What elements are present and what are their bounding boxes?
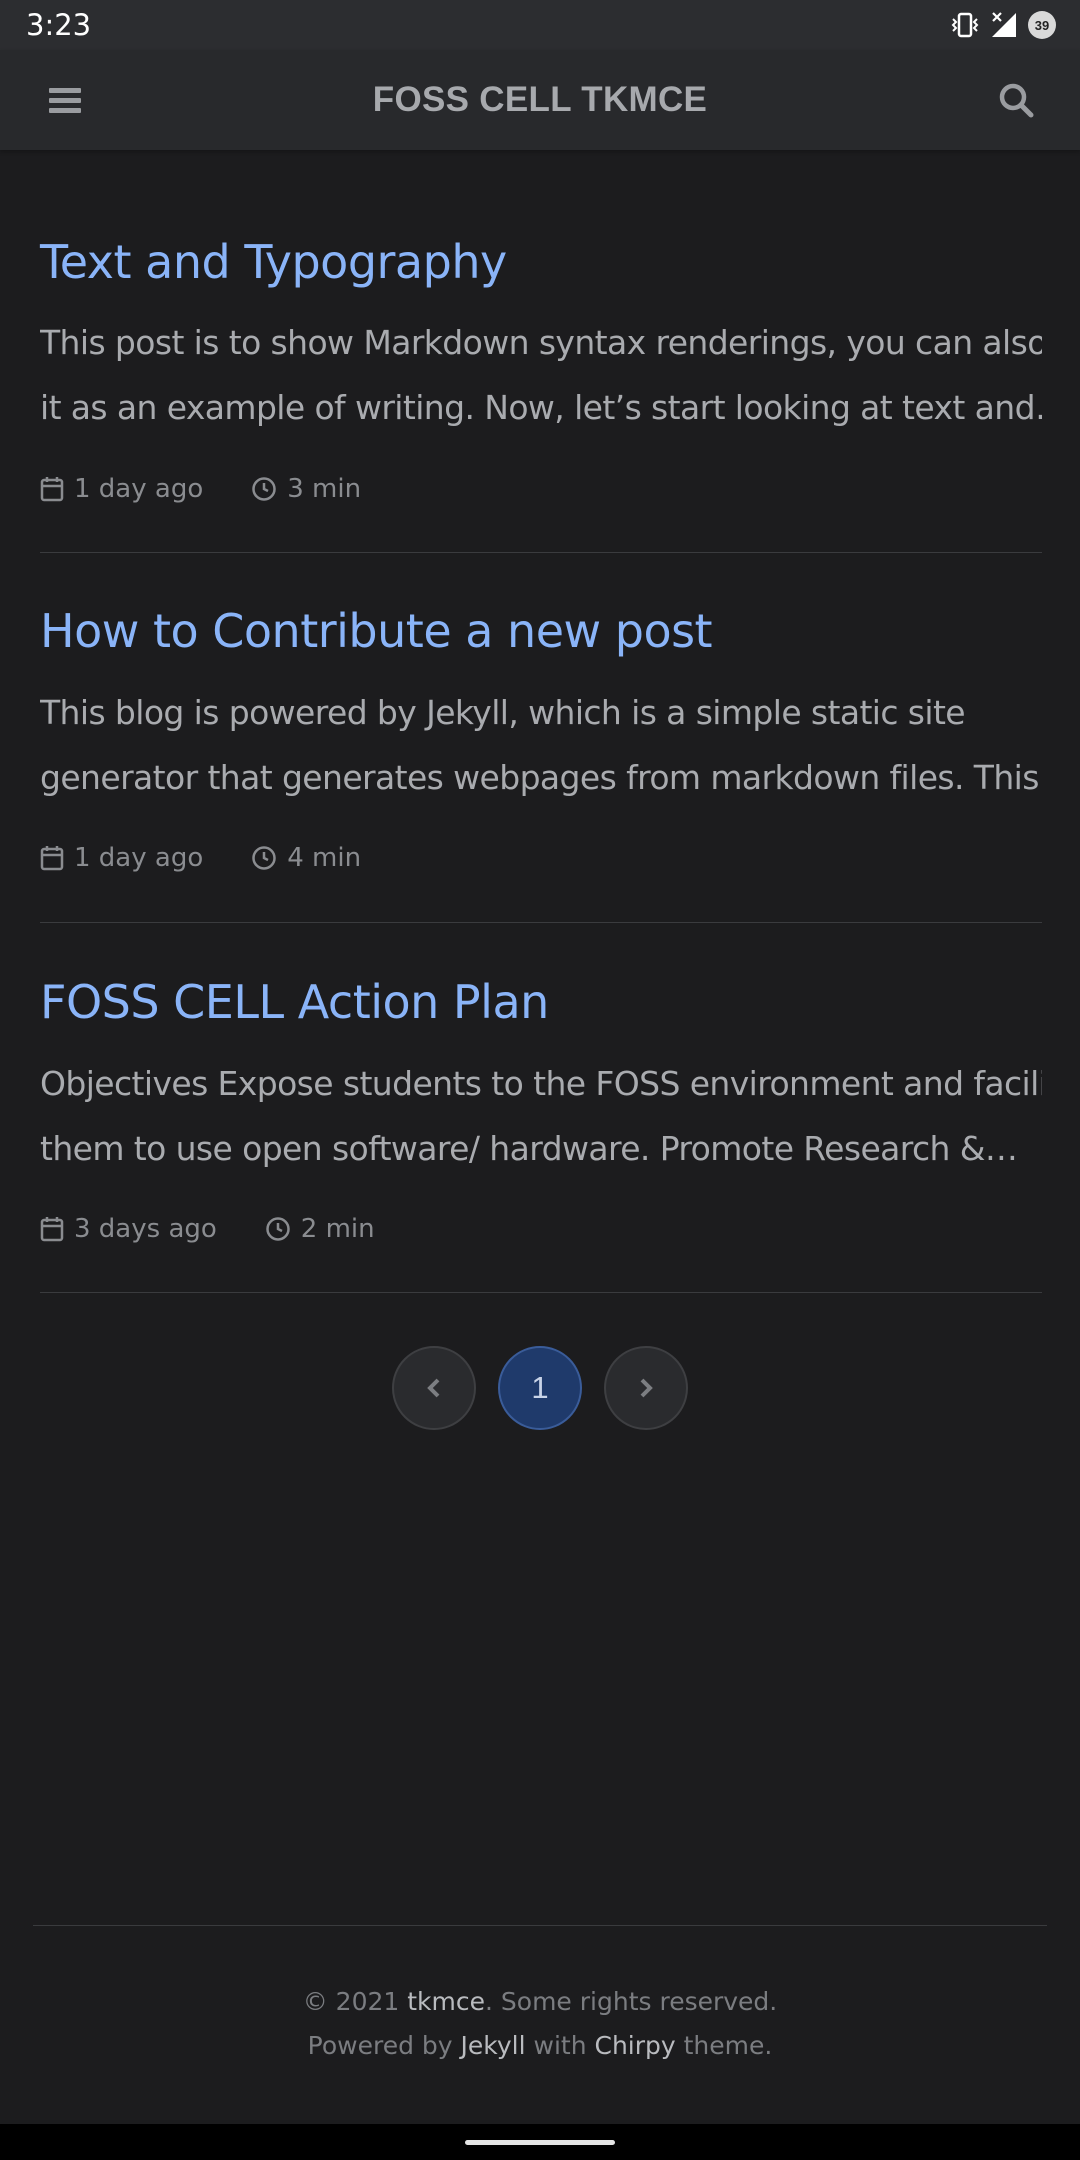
powered-prefix: Powered by (307, 2031, 461, 2060)
jekyll-link[interactable]: Jekyll (461, 2031, 526, 2060)
post-item[interactable]: FOSS CELL Action Plan Objectives Expose … (40, 923, 1042, 1293)
chevron-right-icon (640, 1378, 653, 1398)
hamburger-icon (49, 88, 81, 113)
post-date-label: 1 day ago (74, 474, 204, 504)
copyright-line: © 2021 tkmce. Some rights reserved. (33, 1980, 1047, 2024)
post-item[interactable]: How to Contribute a new post This blog i… (40, 553, 1042, 923)
powered-with: with (525, 2031, 595, 2060)
page-number-button[interactable]: 1 (498, 1346, 582, 1430)
chevron-left-icon (427, 1378, 440, 1398)
post-read-time-label: 2 min (300, 1214, 375, 1244)
post-title[interactable]: Text and Typography (40, 235, 507, 289)
search-button[interactable] (994, 78, 1038, 122)
battery-icon: 39 (1028, 11, 1056, 39)
excerpt-line: it as an example of writing. Now, let’s … (40, 388, 1042, 427)
post-read-time-label: 3 min (287, 474, 362, 504)
clock-icon (252, 477, 276, 501)
post-meta: 3 days ago 2 min (40, 1214, 423, 1244)
post-title[interactable]: How to Contribute a new post (40, 604, 713, 658)
status-bar: 3:23 39 (0, 0, 1080, 50)
no-signal-icon (990, 11, 1018, 39)
post-meta: 1 day ago 4 min (40, 843, 409, 873)
post-date: 1 day ago (40, 474, 203, 504)
chirpy-link[interactable]: Chirpy (594, 2031, 675, 2060)
home-indicator[interactable] (465, 2139, 615, 2145)
excerpt-line: Objectives Expose students to the FOSS e… (40, 1064, 1042, 1103)
next-page-button[interactable] (604, 1346, 688, 1430)
calendar-icon (40, 477, 64, 502)
post-excerpt: This blog is powered by Jekyll, which is… (40, 680, 1042, 810)
post-read-time: 3 min (251, 474, 361, 504)
system-nav-bar (0, 2124, 1080, 2160)
copyright-prefix: © 2021 (302, 1987, 408, 2016)
post-date: 1 day ago (40, 843, 203, 873)
site-title[interactable]: FOSS CELL TKMCE (373, 80, 707, 120)
excerpt-line: them to use open software/ hardware. Pro… (40, 1129, 1018, 1168)
post-date: 3 days ago (40, 1214, 217, 1244)
post-date-label: 3 days ago (74, 1214, 217, 1244)
prev-page-button[interactable] (392, 1346, 476, 1430)
post-read-time: 4 min (251, 843, 361, 873)
post-read-time: 2 min (265, 1214, 375, 1244)
post-meta: 1 day ago 3 min (40, 474, 409, 504)
status-time: 3:23 (26, 8, 92, 42)
post-item[interactable]: Text and Typography This post is to show… (40, 150, 1042, 553)
search-icon (999, 83, 1034, 118)
vibrate-icon (950, 11, 980, 39)
clock-icon (266, 1217, 290, 1241)
powered-suffix: theme. (675, 2031, 773, 2060)
top-bar: FOSS CELL TKMCE (0, 50, 1080, 150)
footer: © 2021 tkmce. Some rights reserved. Powe… (33, 1925, 1047, 2068)
post-read-time-label: 4 min (287, 843, 362, 873)
powered-by-line: Powered by Jekyll with Chirpy theme. (33, 2024, 1047, 2068)
post-title[interactable]: FOSS CELL Action Plan (40, 975, 549, 1029)
excerpt-line: This post is to show Markdown syntax ren… (40, 323, 1042, 362)
owner-link[interactable]: tkmce (407, 1987, 485, 2016)
calendar-icon (40, 1217, 64, 1242)
menu-button[interactable] (45, 80, 85, 120)
excerpt-line: This blog is powered by Jekyll, which is… (40, 693, 966, 732)
post-date-label: 1 day ago (74, 843, 204, 873)
calendar-icon (40, 846, 64, 871)
clock-icon (252, 846, 276, 870)
status-icons: 39 (950, 11, 1056, 39)
post-excerpt: Objectives Expose students to the FOSS e… (40, 1051, 1042, 1181)
post-excerpt: This post is to show Markdown syntax ren… (40, 310, 1042, 440)
pagination: 1 (0, 1346, 1080, 1430)
copyright-suffix: . Some rights reserved. (485, 1987, 778, 2016)
post-list: Text and Typography This post is to show… (40, 150, 1042, 1293)
excerpt-line: generator that generates webpages from m… (40, 758, 1042, 797)
